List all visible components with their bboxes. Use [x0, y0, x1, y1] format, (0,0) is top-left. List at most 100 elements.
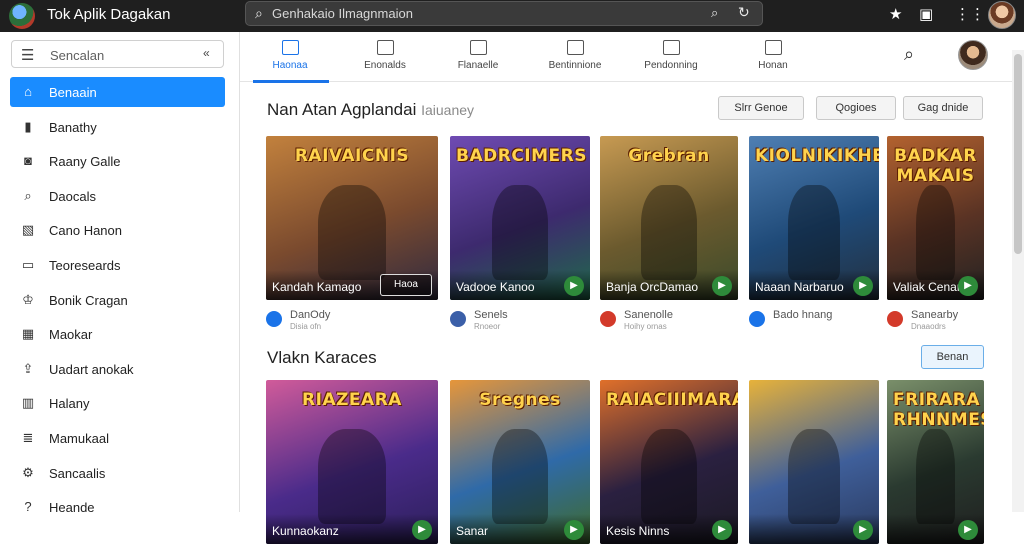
sidebar-item-label: Mamukaal [49, 431, 109, 446]
play-icon[interactable]: ▶ [564, 276, 584, 296]
play-icon[interactable]: ▶ [853, 520, 873, 540]
game-card[interactable]: ▶ [749, 380, 879, 544]
play-icon[interactable]: ▶ [712, 276, 732, 296]
game-card[interactable]: Sregnes Sanar ▶ [450, 380, 590, 544]
section-subtitle: Iaiuaney [421, 102, 475, 118]
play-icon[interactable]: ▶ [712, 520, 732, 540]
filter-button[interactable]: Gag dnide [903, 96, 983, 120]
avatar[interactable] [988, 1, 1016, 29]
card-action-button[interactable]: Haoa [380, 274, 432, 296]
filter-label: Slrr Genoe [734, 102, 788, 114]
tab[interactable]: Haonaa [245, 38, 335, 83]
publisher-name: Senels [474, 309, 508, 321]
scrollbar-thumb[interactable] [1014, 54, 1022, 254]
image-icon: ▧ [21, 222, 35, 238]
game-card[interactable]: RIAZEARA Kunnaokanz ▶ [266, 380, 438, 544]
sidebar-item-label: Heande [49, 500, 95, 516]
sidebar: ☰ Sencalan « ⌂ Benaain ▮ Banathy ◙ Raany Gall… [0, 32, 240, 515]
cover-character [788, 185, 840, 281]
refresh-icon[interactable]: ↻ [738, 4, 750, 21]
card-caption: Vadooe Kanoo ▶ [450, 270, 590, 300]
sidebar-item[interactable]: ♔ Bonik Cragan [10, 285, 225, 315]
cover-title: RAIACIIIMARA [606, 390, 738, 410]
search-go-icon[interactable]: ⌕ [711, 5, 718, 21]
game-cover-art: RAIVAICNIS Kandah Kamago Haoa [266, 136, 438, 300]
play-icon[interactable]: ▶ [958, 276, 978, 296]
star-icon[interactable]: ★ [889, 5, 902, 23]
section-action-button[interactable]: Benan [921, 345, 984, 369]
sidebar-item-label: Raany Galle [49, 154, 121, 170]
game-card[interactable]: BADKAR MAKAIS Valiak Cenan ▶ [887, 136, 984, 300]
game-card[interactable]: RAIVAICNIS Kandah Kamago Haoa [266, 136, 438, 300]
sidebar-item[interactable]: ▦ Maokar [10, 319, 225, 349]
cover-character [788, 429, 840, 525]
publisher-icon [749, 311, 765, 327]
publisher-name: DanOdy [290, 309, 331, 321]
search-icon: ⌕ [255, 5, 263, 21]
tab[interactable]: Bentinnione [530, 38, 620, 80]
tab-label: Flanaelle [457, 60, 499, 71]
sidebar-search[interactable]: ☰ Sencalan « [11, 40, 224, 68]
game-cover-art: RAIACIIIMARA Kesis Ninns ▶ [600, 380, 738, 544]
tab-label: Bentinnione [548, 60, 602, 71]
tab[interactable]: Flanaelle [433, 38, 523, 80]
sidebar-item[interactable]: ▧ Cano Hanon [10, 215, 225, 245]
cover-character [641, 429, 697, 525]
cover-title: BADKAR MAKAIS [894, 146, 977, 186]
menu-icon[interactable]: ☰ [21, 46, 34, 64]
tab-icon [566, 40, 584, 55]
profile-avatar[interactable] [958, 40, 988, 70]
sidebar-item[interactable]: ▥ Halany [10, 388, 225, 418]
cover-character [317, 185, 387, 281]
sidebar-item[interactable]: ▭ Teoreseards [10, 250, 225, 280]
card-title: Banja OrcDamao [606, 280, 699, 294]
sidebar-item[interactable]: ⌂ Benaain [10, 77, 225, 107]
tab[interactable]: Pendonning [626, 38, 716, 80]
scrollbar[interactable] [1012, 50, 1024, 512]
card-caption: ▶ [887, 514, 984, 544]
sidebar-item[interactable]: ⚙ Sancaalis [10, 458, 225, 488]
play-icon[interactable]: ▶ [853, 276, 873, 296]
sidebar-item[interactable]: ▮ Banathy [10, 112, 225, 142]
top-bar: Tok Aplik Dagakan ⌕ ⌕ ↻ ★ ▣ ⋮⋮ [0, 0, 1024, 32]
publisher-sub: Dnaaodrs [911, 322, 946, 331]
card-caption: Naaan Narbaruo ▶ [749, 270, 879, 300]
cover-character [492, 185, 548, 281]
app-title: Tok Aplik Dagakan [47, 6, 171, 23]
sidebar-item[interactable]: ≣ Mamukaal [10, 423, 225, 453]
publisher-icon [600, 311, 616, 327]
sidebar-item[interactable]: ? Heande [10, 492, 225, 522]
search-input[interactable] [272, 4, 692, 23]
game-card[interactable]: FRIRARA RHNNMES ▶ [887, 380, 984, 544]
tab-label: Enonalds [364, 60, 406, 71]
section-action-label: Benan [936, 351, 969, 363]
play-icon[interactable]: ▶ [958, 520, 978, 540]
global-search[interactable]: ⌕ ⌕ ↻ [245, 1, 763, 26]
game-card[interactable]: BADRCIMERS Vadooe Kanoo ▶ [450, 136, 590, 300]
tab-label: Honan [758, 60, 788, 71]
sidebar-item-label: Teoreseards [49, 258, 121, 273]
play-icon[interactable]: ▶ [564, 520, 584, 540]
tab[interactable]: Enonalds [340, 38, 430, 80]
game-card[interactable]: Grebran Banja OrcDamao ▶ [600, 136, 738, 300]
collapse-icon[interactable]: « [203, 46, 210, 60]
card-meta: Sanenolle Hoihy ornas [600, 308, 760, 334]
trophy-icon: ♔ [22, 291, 34, 307]
tab[interactable]: Honan [728, 38, 818, 80]
sidebar-item[interactable]: ◙ Raany Galle [10, 146, 225, 176]
search-icon[interactable]: ⌕ [904, 44, 914, 65]
card-title: Naaan Narbaruo [755, 280, 844, 294]
sidebar-item[interactable]: ⇪ Uadart anokak [10, 354, 225, 384]
play-icon[interactable]: ▶ [412, 520, 432, 540]
publisher-icon [887, 311, 903, 327]
cover-title: Grebran [628, 146, 710, 166]
grid-icon[interactable]: ⋮⋮ [955, 5, 985, 23]
tab-label: Pendonning [644, 60, 698, 71]
card-caption: Kesis Ninns ▶ [600, 514, 738, 544]
filter-button[interactable]: Slrr Genoe [718, 96, 804, 120]
game-card[interactable]: RAIACIIIMARA Kesis Ninns ▶ [600, 380, 738, 544]
filter-button[interactable]: Qogioes [816, 96, 896, 120]
game-card[interactable]: KIOLNIKIKHE Naaan Narbaruo ▶ [749, 136, 879, 300]
sidebar-item[interactable]: ⌕ Daocals [10, 181, 225, 211]
bookmark-icon[interactable]: ▣ [919, 5, 933, 23]
